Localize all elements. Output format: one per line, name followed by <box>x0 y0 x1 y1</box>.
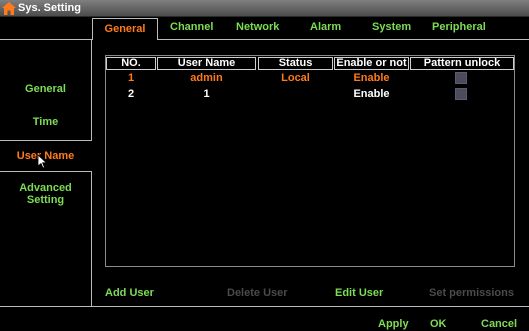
title-bar: Sys. Setting <box>0 0 529 17</box>
window-title: Sys. Setting <box>18 2 81 14</box>
sidebar-item-general[interactable]: General <box>0 83 91 95</box>
apply-button[interactable]: Apply <box>378 318 409 330</box>
column-header-enable: Enable or not <box>334 57 409 70</box>
home-icon <box>2 2 16 15</box>
row-1-pattern-unlock-checkbox[interactable] <box>455 72 467 84</box>
sidebar-divider-top <box>91 39 92 140</box>
tab-bar: General Channel Network Alarm System Per… <box>0 17 529 40</box>
sidebar-divider-bottom <box>91 171 92 306</box>
add-user-button[interactable]: Add User <box>105 287 154 299</box>
tab-general[interactable]: General <box>92 18 158 40</box>
tab-system[interactable]: System <box>372 21 411 33</box>
cancel-button[interactable]: Cancel <box>481 318 517 330</box>
row-2-enable[interactable]: Enable <box>334 88 409 100</box>
tab-peripheral[interactable]: Peripheral <box>432 21 486 33</box>
row-2-no[interactable]: 2 <box>106 88 156 100</box>
tab-underline-left <box>0 39 92 40</box>
tab-underline-right <box>158 39 529 40</box>
row-1-user-name[interactable]: admin <box>157 72 256 84</box>
footer-divider <box>0 306 529 307</box>
row-1-no[interactable]: 1 <box>106 72 156 84</box>
set-permissions-button[interactable]: Set permissions <box>429 287 514 299</box>
row-1-enable[interactable]: Enable <box>334 72 409 84</box>
sidebar-active-bottom <box>0 171 92 172</box>
column-header-no: NO. <box>106 57 156 70</box>
tab-alarm[interactable]: Alarm <box>310 21 341 33</box>
user-table <box>105 55 515 267</box>
row-1-status[interactable]: Local <box>258 72 333 84</box>
column-header-status: Status <box>258 57 333 70</box>
ok-button[interactable]: OK <box>430 318 447 330</box>
tab-network[interactable]: Network <box>236 21 279 33</box>
row-2-user-name[interactable]: 1 <box>157 88 256 100</box>
sidebar-item-advanced-setting[interactable]: Advanced Setting <box>0 182 91 206</box>
delete-user-button[interactable]: Delete User <box>227 287 288 299</box>
row-2-pattern-unlock-checkbox[interactable] <box>455 88 467 100</box>
tab-channel[interactable]: Channel <box>170 21 213 33</box>
column-header-pattern-unlock: Pattern unlock <box>410 57 514 70</box>
sidebar-item-time[interactable]: Time <box>0 116 91 128</box>
edit-user-button[interactable]: Edit User <box>335 287 383 299</box>
mouse-cursor-icon <box>38 155 48 169</box>
column-header-user-name: User Name <box>157 57 256 70</box>
